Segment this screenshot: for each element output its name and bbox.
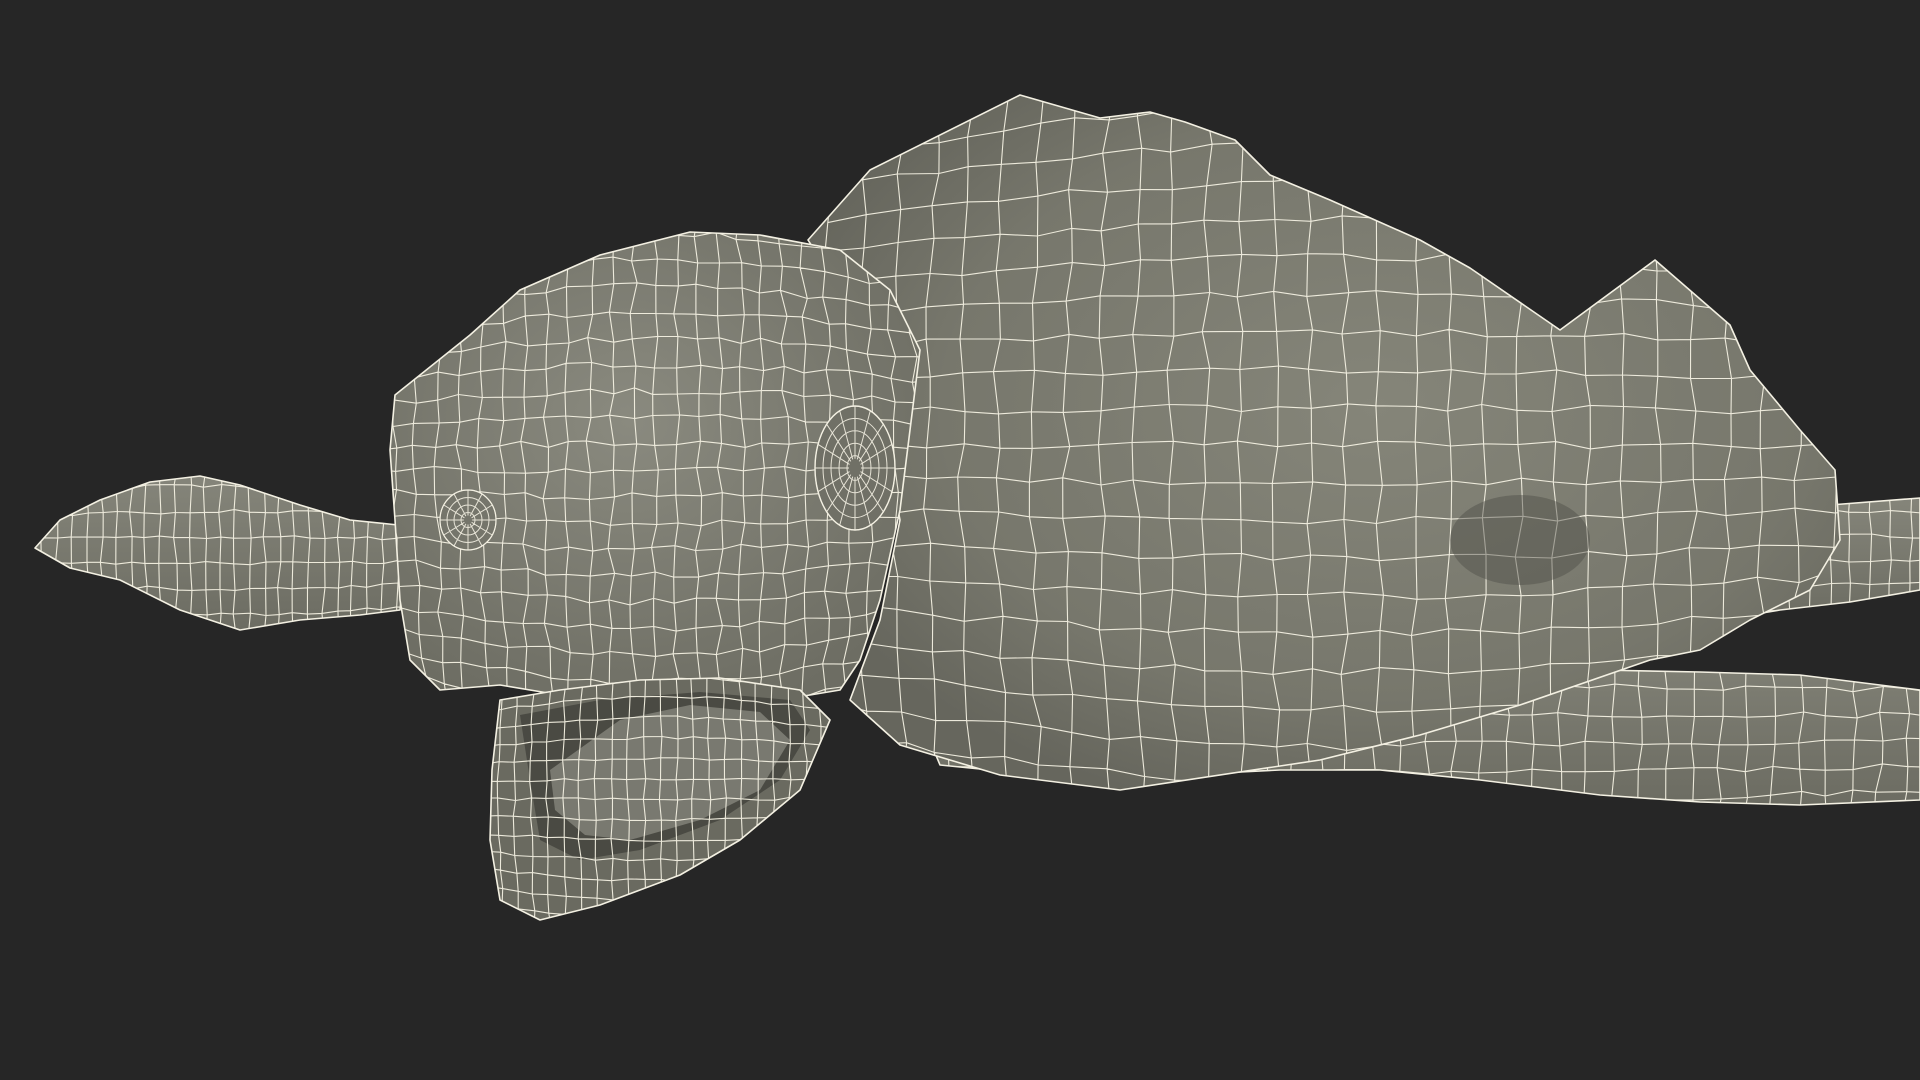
3d-viewport[interactable] <box>0 0 1920 1080</box>
turtle-model <box>34 94 1920 921</box>
left-front-flipper <box>34 475 406 631</box>
lower-jaw <box>489 677 831 921</box>
